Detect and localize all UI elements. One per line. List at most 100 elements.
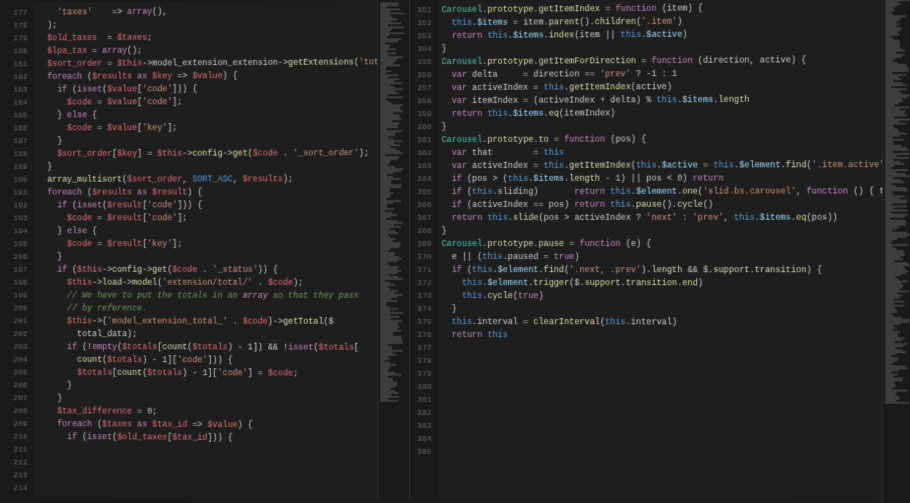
line-number: 353 [412,30,432,43]
code-line[interactable]: this.cycle(true) [442,290,879,304]
code-line[interactable]: foreach ($results as $result) { [37,186,373,199]
line-number: 208 [8,405,28,418]
line-number: 355 [412,56,432,69]
line-number: 198 [8,277,28,290]
code-line[interactable]: } [442,120,879,134]
code-line[interactable]: count($totals) - 1]['code'])) { [37,354,373,368]
code-line[interactable]: if (isset($value['code'])) { [37,82,373,96]
code-line[interactable]: $sort_order = $this->model_extension_ext… [37,56,373,71]
line-number: 212 [8,457,28,470]
code-line[interactable]: Carousel.prototype.pause = function (e) … [442,238,879,251]
code-line[interactable]: if (!empty($totals[count($totals) - 1]) … [37,341,373,355]
line-number: 215 [8,495,28,500]
code-line[interactable]: total_data); [37,328,373,342]
line-number: 177 [8,7,28,20]
line-number: 365 [412,186,432,199]
line-number: 200 [8,302,28,315]
code-line[interactable]: if (isset($old_taxes[$tax_id])) { [37,431,373,446]
code-area-left[interactable]: 'taxes' => array(), ); $old_taxes = $tax… [33,1,376,500]
line-number: 360 [412,121,432,134]
code-line[interactable]: } [442,303,879,317]
line-number: 357 [412,82,432,95]
code-line[interactable]: $code = $value['key']; [37,121,373,135]
line-number: 183 [8,84,28,97]
code-line[interactable]: this.$element.trigger($.support.transiti… [442,277,879,290]
line-number-gutter-right: 3513523533543553563573583593603613623633… [410,0,438,500]
code-line[interactable]: // by reference. [37,302,373,315]
code-line[interactable]: } else { [37,225,373,238]
line-number: 380 [412,381,432,394]
line-number: 179 [8,32,28,45]
code-line[interactable]: } [37,380,373,394]
code-line[interactable]: return this [442,329,879,343]
line-number: 190 [8,174,28,187]
line-number: 207 [8,392,28,405]
code-line[interactable]: } else { [37,108,373,122]
minimap-left[interactable] [377,0,409,499]
line-number: 213 [8,469,28,482]
line-number: 182 [8,71,28,84]
code-line[interactable]: $code = $value['code']; [37,95,373,109]
code-line[interactable]: if (this.sliding) return this.$element.o… [442,185,879,199]
line-number: 371 [412,264,432,277]
line-number: 188 [8,148,28,161]
code-line[interactable]: this.interval = clearInterval(this.inter… [442,316,879,330]
code-line[interactable]: if (activeIndex == pos) return this.paus… [442,198,879,212]
code-line[interactable]: $code = $result['key']; [37,238,373,251]
code-line[interactable]: Carousel.prototype.to = function (pos) { [442,133,879,147]
code-line[interactable]: return this.slide(pos > activeIndex ? 'n… [442,212,879,225]
line-number: 180 [8,45,28,58]
line-number: 206 [8,379,28,392]
code-line[interactable]: $sort_order[$key] = $this->config->get($… [37,147,373,161]
line-number: 379 [412,368,432,381]
line-number-gutter-left: 1771781791801811821831841851861871881891… [6,3,33,497]
line-number: 184 [8,97,28,110]
code-line[interactable]: } [37,160,373,174]
code-line[interactable]: var that = this [442,146,879,160]
line-number: 363 [412,160,432,173]
line-number: 205 [8,367,28,380]
code-line[interactable]: if (this.$element.find('.next, .prev').l… [442,264,879,277]
code-line[interactable]: $totals[count($totals) - 1]['code'] = $c… [37,367,373,381]
editor-pane-left[interactable]: 1771781791801811821831841851861871881891… [6,0,410,499]
code-line[interactable]: if (isset($result['code'])) { [37,199,373,212]
code-line[interactable]: $this->load->model('extension/total/' . … [37,277,373,290]
line-number: 186 [8,122,28,135]
line-number: 364 [412,173,432,186]
editor-pane-right[interactable]: 3513523533543553563573583593603613623633… [410,0,910,503]
code-line[interactable]: } [37,251,373,264]
line-number: 351 [412,4,432,17]
line-number: 203 [8,341,28,354]
line-number: 370 [412,251,432,264]
line-number: 382 [412,407,432,420]
line-number: 361 [412,134,432,147]
code-line[interactable]: if (pos > (this.$items.length - 1) || po… [442,172,879,186]
code-line[interactable]: $code = $result['code']; [37,212,373,225]
line-number: 358 [412,95,432,108]
line-number: 209 [8,418,28,431]
line-number: 374 [412,303,432,316]
line-number: 383 [412,420,432,433]
code-line[interactable]: $this->{'model_extension_total_' . $code… [37,315,373,329]
line-number: 367 [412,212,432,225]
minimap-right[interactable] [882,0,910,503]
code-line[interactable]: } [442,225,879,238]
line-number: 196 [8,251,28,264]
line-number: 178 [8,20,28,33]
code-line[interactable]: // We have to put the totals in an array… [37,290,373,303]
line-number: 362 [412,147,432,160]
code-line[interactable]: array_multisort($sort_order, SORT_ASC, $… [37,173,373,187]
line-number: 192 [8,200,28,213]
code-line[interactable]: var activeIndex = this.getItemIndex(this… [442,159,879,173]
line-number: 372 [412,277,432,290]
code-area-right[interactable]: Carousel.prototype.getItemIndex = functi… [438,0,883,503]
line-number: 193 [8,212,28,225]
code-line[interactable]: if ($this->config->get($code . '_status'… [37,264,373,277]
line-number: 376 [412,329,432,342]
line-number: 356 [412,69,432,82]
code-line[interactable]: } [37,134,373,148]
line-number: 199 [8,290,28,303]
line-number: 185 [8,110,28,123]
code-line[interactable]: e || (this.paused = true) [442,251,879,264]
line-number: 191 [8,187,28,200]
